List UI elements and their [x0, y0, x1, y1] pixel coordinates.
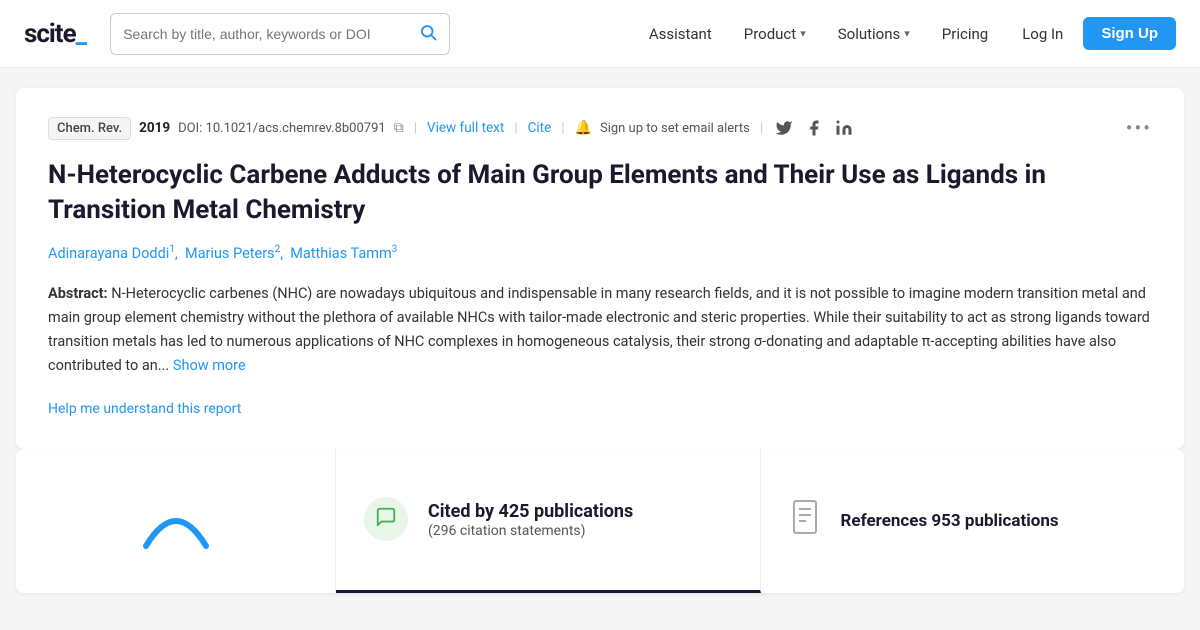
refs-label: References 953 publications	[841, 511, 1059, 531]
paper-card: Chem. Rev. 2019 DOI: 10.1021/acs.chemrev…	[16, 88, 1184, 449]
nav-item-solutions[interactable]: Solutions ▾	[824, 17, 924, 51]
linkedin-icon[interactable]	[833, 117, 855, 139]
author-2[interactable]: Marius Peters2	[185, 245, 280, 262]
chat-bubble-icon	[375, 506, 397, 533]
cited-info: Cited by 425 publications (296 citation …	[428, 500, 633, 539]
doc-icon-wrap	[789, 503, 825, 539]
cite-link[interactable]: Cite	[528, 120, 552, 136]
divider: |	[561, 120, 564, 136]
nav-links: Assistant Product ▾ Solutions ▾ Pricing …	[635, 17, 1176, 51]
show-more-link[interactable]: Show more	[173, 357, 246, 374]
alert-text: Sign up to set email alerts	[600, 121, 750, 136]
stats-refs-section[interactable]: References 953 publications	[761, 449, 1185, 593]
login-button[interactable]: Log In	[1006, 17, 1079, 51]
copy-icon[interactable]: ⧉	[394, 120, 404, 136]
nav-item-pricing[interactable]: Pricing	[928, 17, 1002, 51]
navbar: scite_ Assistant Product ▾ Solutions ▾ P…	[0, 0, 1200, 68]
divider: |	[414, 120, 417, 136]
author-3[interactable]: Matthias Tamm3	[290, 245, 397, 262]
main-content: Chem. Rev. 2019 DOI: 10.1021/acs.chemrev…	[0, 88, 1200, 593]
site-logo[interactable]: scite_	[24, 19, 86, 49]
divider: |	[760, 120, 763, 136]
year: 2019	[139, 120, 170, 136]
authors: Adinarayana Doddi1, Marius Peters2, Matt…	[48, 244, 1152, 262]
nav-item-assistant[interactable]: Assistant	[635, 17, 726, 51]
bell-icon: 🔔	[575, 120, 592, 136]
help-link[interactable]: Help me understand this report	[48, 401, 241, 417]
abstract: Abstract: N-Heterocyclic carbenes (NHC) …	[48, 282, 1152, 378]
citation-statements: (296 citation statements)	[428, 523, 633, 539]
more-options-button[interactable]: •••	[1126, 116, 1152, 140]
search-input[interactable]	[123, 26, 411, 42]
social-icons	[773, 117, 855, 139]
stats-row: Cited by 425 publications (296 citation …	[16, 449, 1184, 593]
document-icon	[792, 499, 822, 542]
doi-text: DOI: 10.1021/acs.chemrev.8b00791	[178, 121, 386, 136]
nav-item-product[interactable]: Product ▾	[730, 17, 820, 51]
stats-chart-area	[16, 449, 336, 593]
chevron-down-icon: ▾	[904, 27, 910, 40]
search-bar	[110, 13, 450, 55]
facebook-icon[interactable]	[803, 117, 825, 139]
divider: |	[514, 120, 517, 136]
search-icon[interactable]	[419, 23, 437, 45]
twitter-icon[interactable]	[773, 117, 795, 139]
abstract-label: Abstract:	[48, 285, 108, 302]
author-1[interactable]: Adinarayana Doddi1	[48, 245, 175, 262]
citation-icon-wrap	[364, 497, 408, 541]
cited-label: Cited by 425 publications	[428, 500, 633, 523]
chevron-down-icon: ▾	[800, 27, 806, 40]
view-full-text-link[interactable]: View full text	[427, 120, 504, 136]
paper-meta: Chem. Rev. 2019 DOI: 10.1021/acs.chemrev…	[48, 116, 1152, 140]
stats-cited-section[interactable]: Cited by 425 publications (296 citation …	[336, 449, 761, 593]
signup-button[interactable]: Sign Up	[1083, 17, 1176, 50]
loading-arc	[136, 481, 216, 561]
paper-title: N-Heterocyclic Carbene Adducts of Main G…	[48, 158, 1152, 228]
journal-badge: Chem. Rev.	[48, 117, 131, 140]
